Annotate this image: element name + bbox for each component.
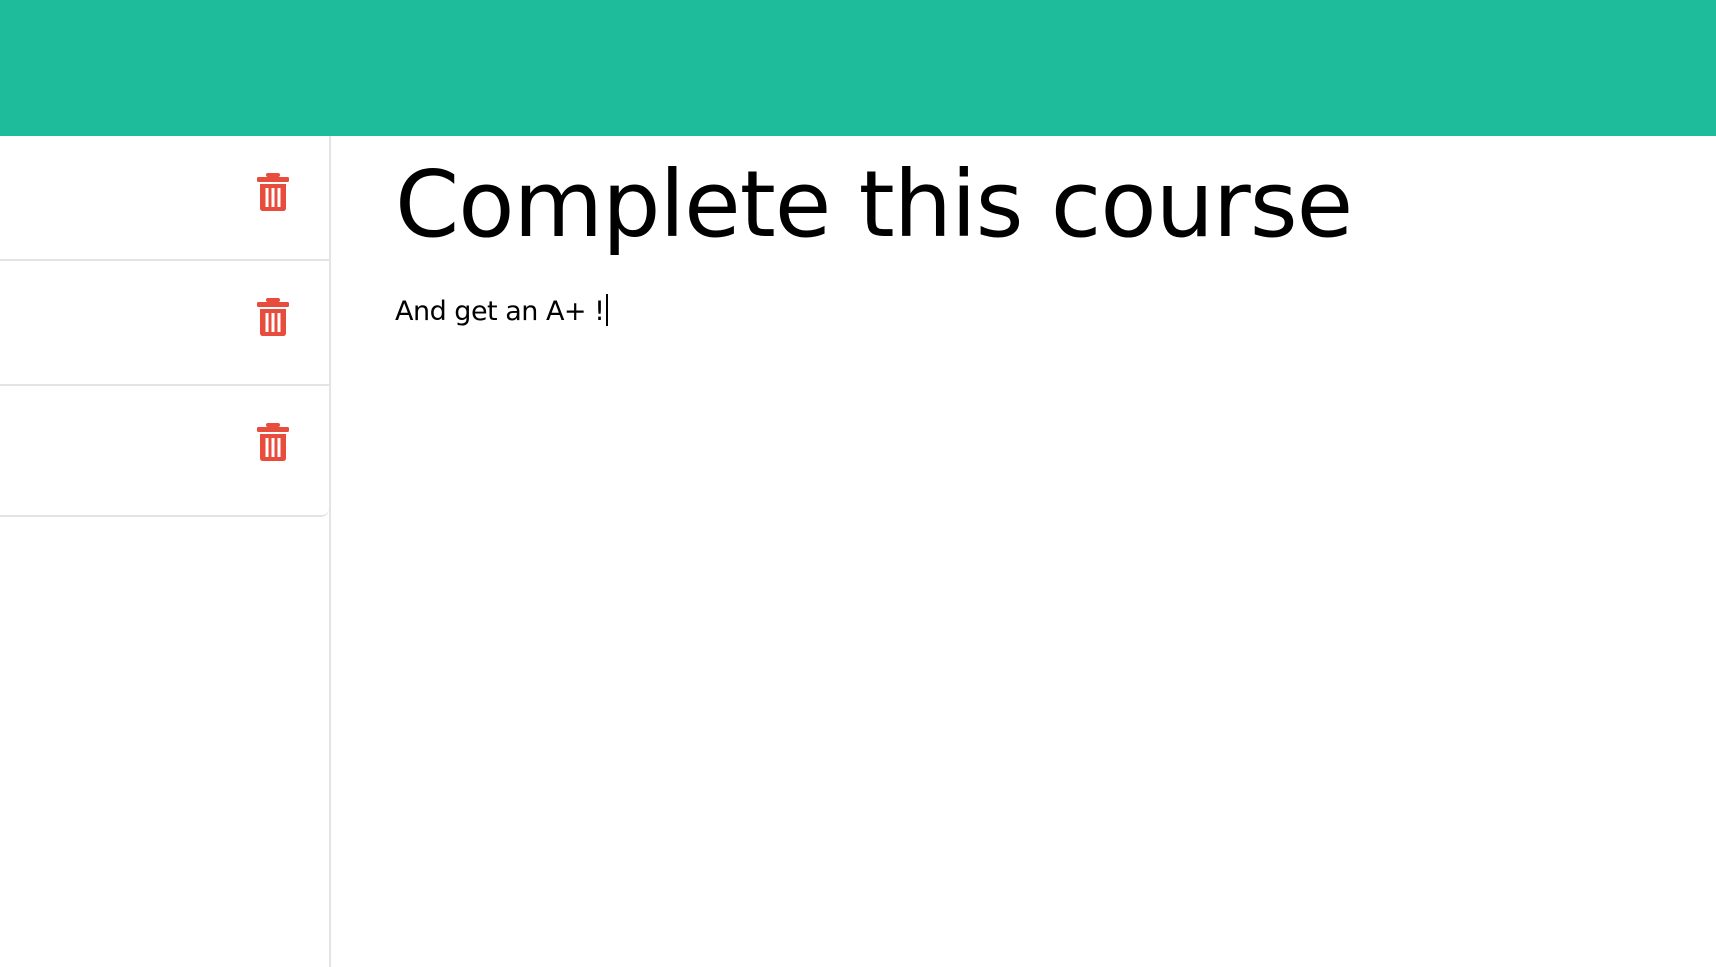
delete-note-button[interactable] <box>255 422 291 462</box>
delete-note-button[interactable] <box>255 297 291 337</box>
note-list-item[interactable] <box>0 136 329 261</box>
notes-sidebar <box>0 136 331 967</box>
text-caret <box>606 294 609 326</box>
note-editor[interactable]: Complete this course And get an A+ ! <box>331 136 1716 967</box>
note-list <box>0 136 329 517</box>
note-body-editor[interactable]: And get an A+ ! <box>395 294 609 329</box>
note-title[interactable]: Complete this course <box>395 150 1353 260</box>
note-list-item[interactable] <box>0 261 329 386</box>
trash-icon <box>257 173 289 211</box>
app-header <box>0 0 1716 136</box>
note-body-text: And get an A+ ! <box>395 296 605 327</box>
trash-icon <box>257 423 289 461</box>
note-list-item[interactable] <box>0 386 329 513</box>
trash-icon <box>257 298 289 336</box>
delete-note-button[interactable] <box>255 172 291 212</box>
